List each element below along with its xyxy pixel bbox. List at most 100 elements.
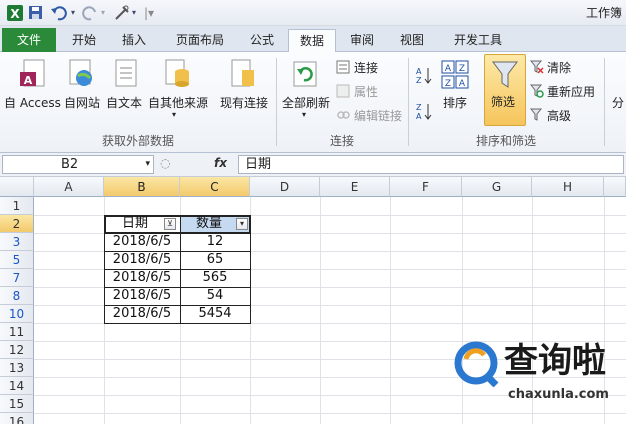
excel-logo-icon: X — [7, 5, 23, 21]
filter-dropdown-icon[interactable]: ▾ — [236, 218, 248, 230]
table-cell-quantity[interactable]: 54 — [180, 287, 250, 305]
column-header-g[interactable]: G — [462, 177, 532, 197]
column-header-c[interactable]: C — [180, 177, 250, 197]
from-other-sources-label: 自其他来源 — [148, 96, 209, 110]
redo-dropdown-icon[interactable]: ▾ — [101, 4, 105, 22]
column-header-e[interactable]: E — [320, 177, 390, 197]
filter-applied-icon[interactable]: ⊻ — [164, 218, 176, 230]
fx-icon[interactable]: fx — [214, 156, 227, 170]
tab-data[interactable]: 数据 — [288, 29, 336, 53]
formula-bar: B2 ▾ ◌ fx 日期 — [0, 153, 626, 177]
reapply-label: 重新应用 — [547, 85, 596, 99]
svg-text:X: X — [10, 7, 20, 21]
tab-view[interactable]: 视图 — [390, 29, 434, 52]
header-quantity[interactable]: 数量 — [181, 215, 237, 233]
quick-access-toolbar: X ▾ ▾ ▾ |▾ 工作簿 — [0, 0, 626, 26]
redo-icon[interactable] — [82, 4, 100, 22]
table-cell-date[interactable]: 2018/6/5 — [104, 269, 180, 287]
watermark-url: chaxunla.com — [508, 387, 609, 402]
svg-text:A: A — [445, 64, 452, 74]
row-header-12[interactable]: 12 — [0, 341, 34, 359]
column-header-overflow — [604, 177, 626, 197]
qat-customize-icon[interactable]: |▾ — [144, 4, 154, 22]
ribbon-tabs: 文件 开始 插入 页面布局 公式 数据 审阅 视图 开发工具 — [0, 26, 626, 53]
tab-insert[interactable]: 插入 — [112, 29, 156, 52]
funnel-icon — [492, 61, 518, 88]
tab-review[interactable]: 审阅 — [340, 29, 384, 52]
chevron-down-icon[interactable]: ▾ — [145, 156, 150, 173]
tools-icon[interactable] — [113, 4, 131, 22]
reapply-icon — [530, 84, 544, 98]
gridline — [390, 197, 391, 424]
tab-formulas[interactable]: 公式 — [240, 29, 284, 52]
tab-home[interactable]: 开始 — [62, 29, 106, 52]
group-label-sort-filter: 排序和筛选 — [475, 134, 536, 148]
from-access-label: 自 Access — [4, 96, 61, 110]
row-header-16[interactable]: 16 — [0, 413, 34, 424]
row-header-7[interactable]: 7 — [0, 269, 34, 287]
column-header-a[interactable]: A — [34, 177, 104, 197]
formula-input[interactable]: 日期 — [238, 155, 624, 174]
ribbon-more-label: 分 — [612, 96, 625, 110]
refresh-icon — [293, 61, 317, 87]
edit-links-label: 编辑链接 — [354, 109, 403, 123]
advanced-filter-icon — [530, 108, 543, 121]
row-header-3[interactable]: 3 — [0, 233, 34, 251]
svg-text:A: A — [24, 74, 33, 87]
link-icon — [337, 111, 350, 119]
sort-descending-icon: ZA — [416, 103, 432, 120]
svg-text:Z: Z — [459, 64, 465, 74]
chevron-down-icon: ▾ — [172, 110, 177, 119]
sort-ascending-icon: AZ — [416, 67, 432, 84]
undo-dropdown-icon[interactable]: ▾ — [71, 4, 75, 22]
row-header-8[interactable]: 8 — [0, 287, 34, 305]
refresh-all-label: 全部刷新 — [282, 96, 331, 110]
row-header-14[interactable]: 14 — [0, 377, 34, 395]
undo-icon[interactable] — [50, 4, 70, 22]
header-date[interactable]: 日期 — [105, 215, 165, 233]
sort-dialog-icon: A Z Z A — [441, 60, 469, 89]
column-header-f[interactable]: F — [390, 177, 462, 197]
table-cell-quantity[interactable]: 65 — [180, 251, 250, 269]
svg-text:A: A — [459, 79, 466, 89]
tools-dropdown-icon[interactable]: ▾ — [132, 4, 136, 22]
clear-label: 清除 — [547, 61, 572, 75]
table-cell-date[interactable]: 2018/6/5 — [104, 251, 180, 269]
save-icon[interactable] — [28, 4, 44, 22]
table-cell-date[interactable]: 2018/6/5 — [104, 287, 180, 305]
tab-developer[interactable]: 开发工具 — [440, 29, 516, 52]
column-header-b[interactable]: B — [104, 177, 180, 197]
ribbon-data: A 自 Access 自网站 自文本 自其他来源 ▾ 现有连接 获取外部数据 全… — [0, 52, 626, 153]
from-text-label: 自文本 — [106, 96, 143, 110]
select-all-corner[interactable] — [0, 177, 34, 197]
properties-icon — [336, 84, 350, 98]
table-cell-quantity[interactable]: 12 — [180, 233, 250, 251]
row-header-10[interactable]: 10 — [0, 305, 34, 323]
watermark-title: 查询啦 — [504, 341, 606, 381]
column-header-d[interactable]: D — [250, 177, 320, 197]
group-label-connections: 连接 — [329, 134, 354, 148]
table-cell-quantity[interactable]: 565 — [180, 269, 250, 287]
text-file-icon — [115, 59, 137, 87]
column-header-h[interactable]: H — [532, 177, 604, 197]
table-cell-quantity[interactable]: 5454 — [180, 305, 250, 323]
gridline — [320, 197, 321, 424]
tab-page-layout[interactable]: 页面布局 — [162, 29, 238, 52]
svg-text:Z: Z — [416, 103, 422, 112]
row-header-15[interactable]: 15 — [0, 395, 34, 413]
table-cell-date[interactable]: 2018/6/5 — [104, 233, 180, 251]
row-header-2[interactable]: 2 — [0, 215, 34, 233]
filter-button[interactable]: 筛选 — [484, 54, 526, 126]
row-header-5[interactable]: 5 — [0, 251, 34, 269]
from-web-label: 自网站 — [64, 96, 101, 110]
row-header-11[interactable]: 11 — [0, 323, 34, 341]
sort-label: 排序 — [443, 96, 468, 110]
svg-text:A: A — [416, 112, 422, 120]
resize-handle-icon[interactable]: ◌ — [160, 156, 170, 170]
name-box[interactable]: B2 ▾ — [2, 155, 154, 174]
table-cell-date[interactable]: 2018/6/5 — [104, 305, 180, 323]
row-header-13[interactable]: 13 — [0, 359, 34, 377]
chevron-down-icon: ▾ — [302, 110, 307, 119]
row-header-1[interactable]: 1 — [0, 197, 34, 215]
tab-file[interactable]: 文件 — [2, 28, 56, 52]
